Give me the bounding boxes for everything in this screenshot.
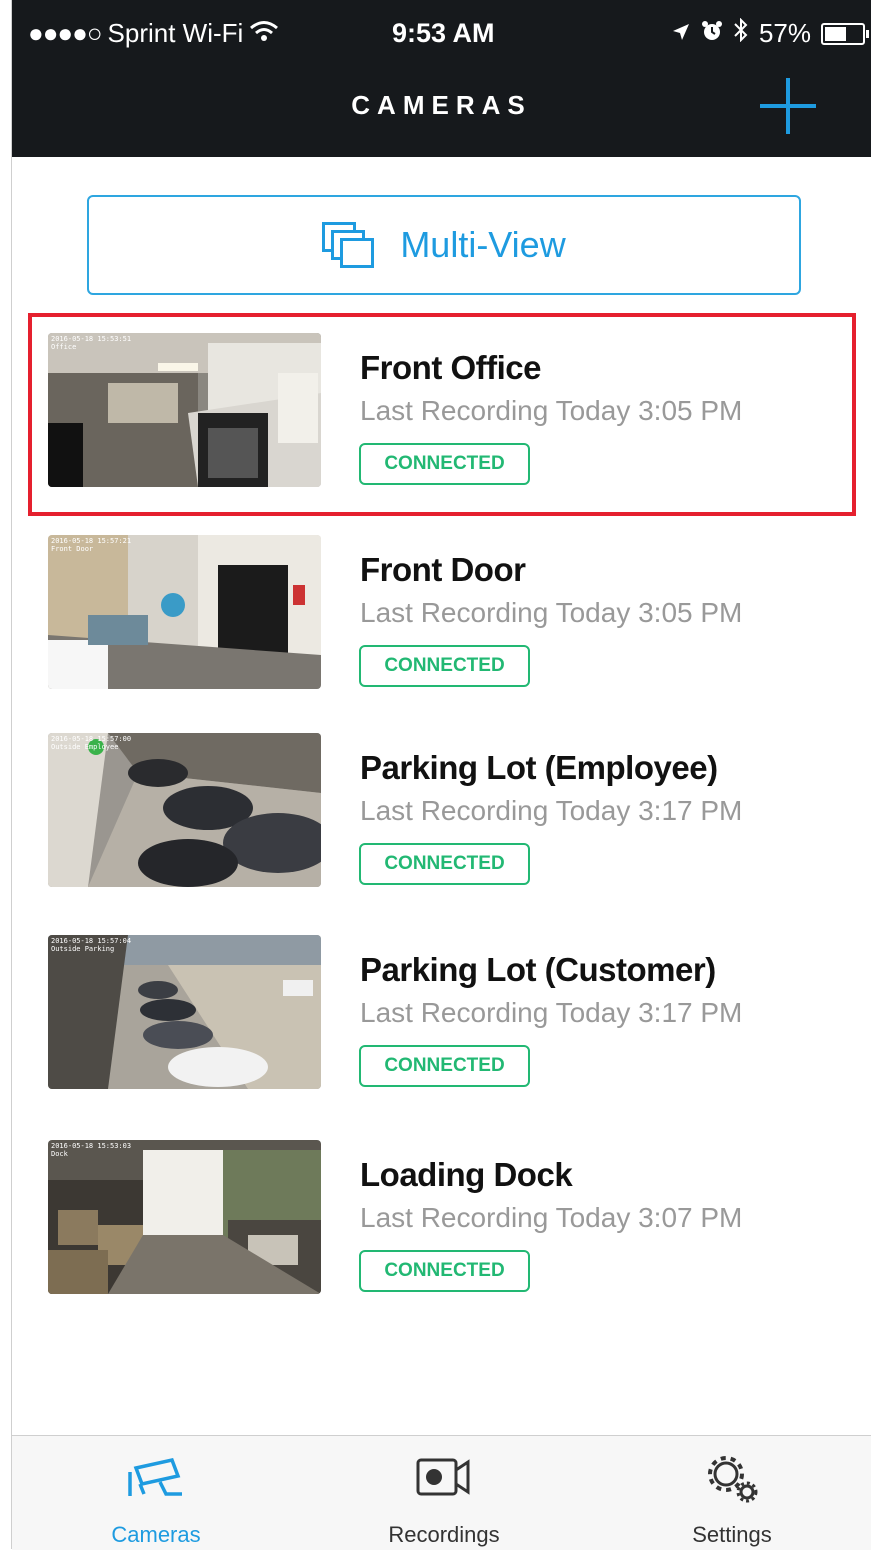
alarm-icon — [701, 18, 723, 49]
thumbnail-timestamp: 2016-05-18 15:57:04 Outside Parking — [51, 937, 132, 953]
status-badge: CONNECTED — [359, 645, 530, 687]
bluetooth-icon — [733, 17, 749, 49]
gears-icon — [702, 1454, 762, 1504]
add-camera-button[interactable] — [760, 78, 816, 134]
battery-icon — [821, 22, 869, 45]
camera-item-front-door[interactable]: 2016-05-18 15:57:21 Front Door Front Door… — [48, 535, 828, 695]
camera-thumbnail: 2016-05-18 15:57:21 Front Door — [48, 535, 321, 689]
camera-thumbnail: 2016-05-18 15:53:03 Dock — [48, 1140, 321, 1294]
camera-last-recording: Last Recording Today 3:05 PM — [360, 395, 743, 426]
camera-item-parking-lot-employee[interactable]: 2016-05-18 15:57:00 Outside Employee Park… — [48, 733, 828, 893]
status-right: 57% — [671, 17, 869, 49]
camera-name: Loading Dock — [360, 1156, 573, 1193]
camera-last-recording: Last Recording Today 3:05 PM — [360, 597, 743, 628]
status-bar: ●●●●○ Sprint Wi-Fi 9:53 AM 57% — [12, 0, 871, 68]
status-badge: CONNECTED — [359, 1250, 530, 1292]
camera-item-parking-lot-customer[interactable]: 2016-05-18 15:57:04 Outside Parking Parki… — [48, 935, 828, 1095]
battery-percentage: 57% — [758, 18, 811, 48]
camera-thumbnail: 2016-05-18 15:57:04 Outside Parking — [48, 935, 321, 1089]
camera-last-recording: Last Recording Today 3:17 PM — [360, 795, 743, 826]
camera-last-recording: Last Recording Today 3:07 PM — [360, 1202, 743, 1233]
page-title: CAMERAS — [351, 90, 532, 120]
multiview-icon — [322, 222, 378, 268]
status-left: ●●●●○ Sprint Wi-Fi — [28, 18, 279, 49]
camera-last-recording: Last Recording Today 3:17 PM — [360, 997, 743, 1028]
status-time: 9:53 AM — [392, 18, 495, 48]
tab-label: Cameras — [111, 1522, 201, 1547]
camera-item-loading-dock[interactable]: 2016-05-18 15:53:03 Dock Loading Dock Las… — [48, 1140, 828, 1300]
camera-name: Front Door — [360, 551, 526, 588]
status-badge: CONNECTED — [359, 1045, 530, 1087]
status-badge: CONNECTED — [359, 843, 530, 885]
security-camera-icon — [126, 1454, 186, 1504]
signal-strength: ●●●●○ — [28, 18, 103, 48]
thumbnail-timestamp: 2016-05-18 15:53:51 Office — [51, 335, 132, 351]
camera-thumbnail: 2016-05-18 15:57:00 Outside Employee — [48, 733, 321, 887]
tab-label: Recordings — [388, 1522, 500, 1547]
camera-name: Parking Lot (Employee) — [360, 749, 718, 786]
navigation-header: ●●●●○ Sprint Wi-Fi 9:53 AM 57% CAMERAS — [12, 0, 871, 157]
tab-bar: Cameras Recordings Settings — [12, 1435, 871, 1550]
carrier-name: Sprint Wi-Fi — [107, 18, 244, 48]
window-frame — [0, 0, 12, 1549]
camera-name: Front Office — [360, 349, 542, 386]
tab-settings[interactable]: Settings — [632, 1436, 832, 1550]
tab-recordings[interactable]: Recordings — [344, 1436, 544, 1550]
multi-view-label: Multi-View — [400, 224, 566, 265]
thumbnail-timestamp: 2016-05-18 15:57:21 Front Door — [51, 537, 132, 553]
thumbnail-timestamp: 2016-05-18 15:57:00 Outside Employee — [51, 735, 132, 751]
multi-view-button[interactable]: Multi-View — [87, 195, 801, 295]
thumbnail-timestamp: 2016-05-18 15:53:03 Dock — [51, 1142, 132, 1158]
tab-label: Settings — [692, 1522, 772, 1547]
battery-level — [825, 26, 846, 41]
camera-thumbnail: 2016-05-18 15:53:51 Office — [48, 333, 321, 487]
location-arrow-icon — [671, 18, 691, 49]
camera-item-front-office[interactable]: 2016-05-18 15:53:51 Office Front Office L… — [48, 333, 828, 493]
tab-cameras[interactable]: Cameras — [56, 1436, 256, 1550]
wifi-icon — [249, 18, 279, 49]
status-badge: CONNECTED — [359, 443, 530, 485]
video-camera-icon — [414, 1454, 474, 1504]
camera-name: Parking Lot (Customer) — [360, 951, 716, 988]
app-screen: ●●●●○ Sprint Wi-Fi 9:53 AM 57% CAMERAS M… — [12, 0, 871, 1550]
